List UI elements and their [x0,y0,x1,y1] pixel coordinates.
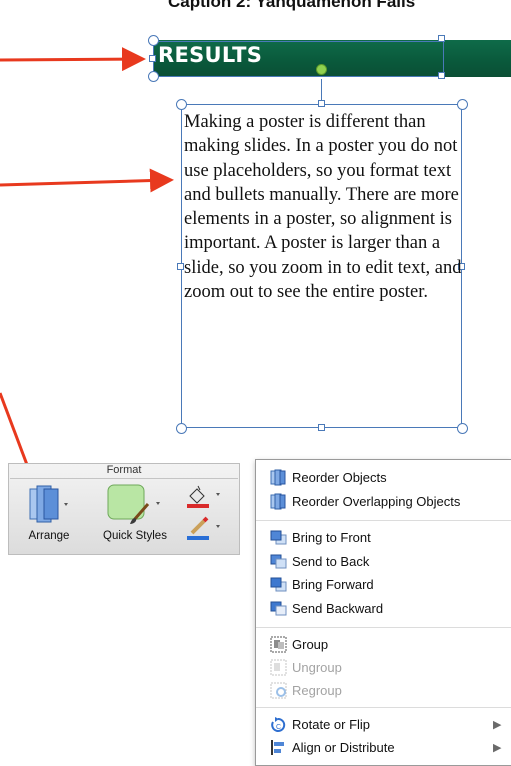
reorder-overlapping-icon [270,493,286,509]
group-icon [270,636,287,652]
arrange-label: Arrange [28,530,70,542]
fill-color-button[interactable] [184,484,224,510]
menu-separator [256,520,511,521]
menu-item-label: Reorder Overlapping Objects [292,493,461,509]
menu-item-regroup[interactable]: Regroup [270,679,342,701]
rotate-flip-icon: C [271,716,286,732]
ungroup-icon [270,659,287,675]
bring-forward-icon [270,577,287,591]
menu-item-label: Ungroup [292,659,342,675]
arrange-icon [29,485,68,523]
menu-separator [256,627,511,628]
menu-item-label: Regroup [292,682,342,698]
ribbon-divider [10,478,238,479]
arrange-button[interactable]: Arrange [14,481,84,551]
align-distribute-icon [271,739,284,755]
menu-item-bring-forward[interactable]: Bring Forward [270,573,374,595]
menu-item-send-backward[interactable]: Send Backward [270,597,383,619]
menu-item-label: Align or Distribute [292,739,395,755]
menu-item-label: Bring to Front [292,529,371,545]
menu-item-send-to-back[interactable]: Send to Back [270,550,369,572]
submenu-arrow-icon: ▶ [493,719,502,731]
menu-item-label: Send to Back [292,553,370,569]
menu-item-bring-to-front[interactable]: Bring to Front [270,526,371,548]
menu-item-group[interactable]: Group [270,633,328,655]
menu-item-label: Reorder Objects [292,469,387,485]
quick-styles-label: Quick Styles [103,530,167,542]
submenu-arrow-icon: ▶ [493,742,502,754]
line-color-button[interactable] [184,515,224,543]
send-backward-icon [270,601,287,615]
fill-bucket-icon [187,485,220,508]
line-pen-icon [187,516,220,540]
menu-item-rotate-flip[interactable]: C Rotate or Flip [270,713,370,735]
regroup-icon [270,682,287,698]
menu-item-align-distribute[interactable]: Align or Distribute [270,736,395,758]
bring-to-front-icon [270,530,287,544]
send-to-back-icon [270,554,287,568]
menu-item-label: Rotate or Flip [292,716,371,732]
quick-styles-button[interactable]: Quick Styles [92,481,178,551]
reorder-objects-icon [270,469,286,485]
arrow-to-header [0,47,146,72]
quick-styles-icon [107,484,160,524]
menu-separator [256,707,511,708]
menu-item-label: Bring Forward [292,576,374,592]
arrow-to-text [0,168,174,193]
menu-item-reorder-overlapping[interactable]: Reorder Overlapping Objects [270,490,460,512]
menu-item-label: Send Backward [292,600,384,616]
menu-item-reorder-objects[interactable]: Reorder Objects [270,466,387,488]
svg-text:C: C [276,724,281,731]
menu-item-ungroup[interactable]: Ungroup [270,656,342,678]
menu-item-label: Group [292,636,329,652]
ribbon-group-title: Format [106,464,142,476]
